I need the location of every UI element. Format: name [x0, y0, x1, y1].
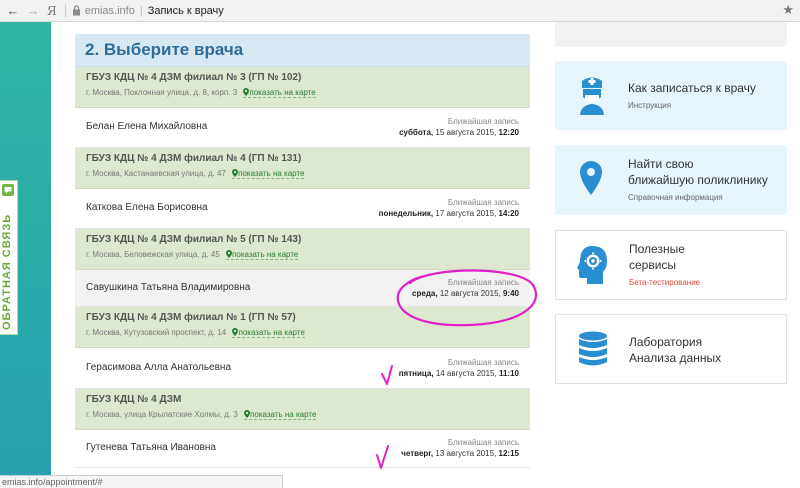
doctor-name[interactable]: Каткова Елена Борисовна: [86, 202, 208, 213]
show-on-map-link[interactable]: показать на карте: [232, 169, 305, 179]
nearest-appointment-date: пятница, 14 августа 2015, 11:10: [398, 369, 519, 378]
database-icon: [579, 331, 607, 366]
clinic-name: ГБУЗ КДЦ № 4 ДЗМ: [86, 394, 182, 405]
nearest-appointment[interactable]: Ближайшая запись суббота, 15 августа 201…: [399, 116, 519, 139]
clinic-address-text: г. Москва, Поклонная улица, д. 8, корп. …: [86, 88, 238, 97]
card-subtitle: Справочная информация: [628, 193, 723, 202]
card-title-line2: Анализа данных: [629, 351, 722, 365]
card-how-to-book[interactable]: Как записаться к врачу Инструкция: [555, 61, 787, 130]
show-on-map-label: показать на карте: [232, 250, 299, 259]
clinic-address: г. Москва, Кутузовский проспект, д. 14 п…: [86, 327, 520, 339]
nearest-appointment-date: четверг, 13 августа 2015, 12:15: [401, 449, 519, 458]
show-on-map-link[interactable]: показать на карте: [226, 250, 299, 260]
clinic-header: ГБУЗ КДЦ № 4 ДЗМ филиал № 5 (ГП № 143) г…: [75, 229, 530, 270]
card-title-line1: Полезные: [629, 242, 685, 256]
doctor-row[interactable]: Каткова Елена Борисовна Ближайшая запись…: [75, 189, 530, 229]
card-find-clinic[interactable]: Найти свою ближайшую поликлинику Справоч…: [555, 145, 787, 215]
nearest-appointment-date: среда, 12 августа 2015, 9:40: [412, 289, 519, 298]
card-subtitle: Инструкция: [628, 101, 672, 110]
card-title-line2: сервисы: [629, 258, 677, 272]
nearest-appointment-label: Ближайшая запись: [447, 438, 519, 447]
nearest-appointment-label: Ближайшая запись: [447, 358, 519, 367]
clinic-address: г. Москва, улица Крылатские Холмы, д. 3 …: [86, 409, 520, 421]
url-domain[interactable]: emias.info: [85, 5, 135, 17]
card-data-lab[interactable]: Лаборатория Анализа данных: [555, 314, 787, 384]
bookmark-star-icon[interactable]: ★: [782, 2, 794, 18]
feedback-label[interactable]: ОБРАТНАЯ СВЯЗЬ: [1, 214, 13, 330]
doctor-name[interactable]: Белан Елена Михайловна: [86, 121, 207, 132]
nearest-appointment[interactable]: Ближайшая запись среда, 12 августа 2015,…: [412, 277, 519, 300]
clinic-address-text: г. Москва, улица Крылатские Холмы, д. 3: [86, 410, 238, 419]
clinic-address: г. Москва, Кастанаевская улица, д. 47 по…: [86, 168, 520, 180]
doctor-name[interactable]: Герасимова Алла Анатольевна: [86, 362, 231, 373]
nearest-appointment[interactable]: Ближайшая запись четверг, 13 августа 201…: [401, 437, 519, 460]
doctor-selection-panel: 2. Выберите врача ГБУЗ КДЦ № 4 ДЗМ филиа…: [75, 34, 530, 468]
show-on-map-link[interactable]: показать на карте: [232, 328, 305, 338]
clinic-address-text: г. Москва, Кастанаевская улица, д. 47: [86, 169, 226, 178]
clinic-name: ГБУЗ КДЦ № 4 ДЗМ филиал № 4 (ГП № 131): [86, 153, 302, 164]
clinic-address-text: г. Москва, Кутузовский проспект, д. 14: [86, 328, 227, 337]
nearest-appointment-date: понедельник, 17 августа 2015, 14:20: [378, 209, 519, 218]
card-useful-services[interactable]: Полезные сервисы Бета-тестирование: [555, 230, 787, 300]
show-on-map-link[interactable]: показать на карте: [243, 88, 316, 98]
head-gear-icon: [577, 246, 607, 284]
nearest-appointment-label: Ближайшая запись: [447, 117, 519, 126]
clinic-name: ГБУЗ КДЦ № 4 ДЗМ филиал № 5 (ГП № 143): [86, 234, 302, 245]
nearest-appointment[interactable]: Ближайшая запись понедельник, 17 августа…: [379, 197, 519, 220]
doctor-icon: [580, 77, 604, 115]
clinic-header: ГБУЗ КДЦ № 4 ДЗМ филиал № 3 (ГП № 102) г…: [75, 67, 530, 108]
lock-icon: [72, 5, 80, 16]
yandex-logo[interactable]: Я: [47, 4, 57, 18]
right-top-panel: [555, 22, 787, 47]
show-on-map-link[interactable]: показать на карте: [244, 410, 317, 420]
clinic-header: ГБУЗ КДЦ № 4 ДЗМ филиал № 1 (ГП № 57) г.…: [75, 307, 530, 348]
back-arrow-icon[interactable]: ←: [5, 3, 21, 19]
clinic-header: ГБУЗ КДЦ № 4 ДЗМ г. Москва, улица Крылат…: [75, 389, 530, 430]
url-separator: |: [139, 4, 143, 17]
show-on-map-label: показать на карте: [250, 410, 317, 419]
nearest-appointment-label: Ближайшая запись: [447, 198, 519, 207]
doctor-name[interactable]: Савушкина Татьяна Владимировна: [86, 282, 250, 293]
nearest-appointment[interactable]: Ближайшая запись пятница, 14 августа 201…: [399, 357, 519, 380]
clinic-header: ГБУЗ КДЦ № 4 ДЗМ филиал № 4 (ГП № 131) г…: [75, 148, 530, 189]
status-bar-url: emias.info/appointment/#: [0, 475, 283, 488]
doctor-row[interactable]: Белан Елена Михайловна Ближайшая запись …: [75, 108, 530, 148]
show-on-map-label: показать на карте: [238, 328, 305, 337]
nearest-appointment-date: суббота, 15 августа 2015, 12:20: [399, 128, 519, 137]
toolbar-divider: [64, 4, 66, 17]
card-title-line2: ближайшую поликлинику: [628, 173, 768, 187]
doctor-row[interactable]: Савушкина Татьяна Владимировна Ближайшая…: [75, 270, 530, 307]
clinic-name: ГБУЗ КДЦ № 4 ДЗМ филиал № 3 (ГП № 102): [86, 72, 302, 83]
clinic-name: ГБУЗ КДЦ № 4 ДЗМ филиал № 1 (ГП № 57): [86, 312, 296, 323]
show-on-map-label: показать на карте: [238, 169, 305, 178]
section-title: 2. Выберите врача: [75, 34, 530, 67]
doctor-row[interactable]: Гутенева Татьяна Ивановна Ближайшая запи…: [75, 430, 530, 468]
browser-toolbar: ← → Я emias.info | Запись к врачу ★: [0, 0, 800, 22]
clinic-address-text: г. Москва, Беловежская улица, д. 45: [86, 250, 220, 259]
forward-arrow-icon[interactable]: →: [25, 3, 41, 19]
doctor-name[interactable]: Гутенева Татьяна Ивановна: [86, 442, 216, 453]
beta-testing-label: Бета-тестирование: [629, 278, 701, 287]
card-title-line1: Лаборатория: [629, 335, 703, 349]
map-pin-icon: [580, 161, 602, 195]
clinic-list: ГБУЗ КДЦ № 4 ДЗМ филиал № 3 (ГП № 102) г…: [75, 67, 530, 468]
clinic-address: г. Москва, Беловежская улица, д. 45 пока…: [86, 249, 520, 261]
card-title: Как записаться к врачу: [628, 81, 756, 95]
clinic-address: г. Москва, Поклонная улица, д. 8, корп. …: [86, 87, 520, 99]
doctor-row[interactable]: Герасимова Алла Анатольевна Ближайшая за…: [75, 348, 530, 389]
card-title-line1: Найти свою: [628, 157, 694, 171]
chat-icon: [2, 184, 14, 196]
page-title-in-address-bar[interactable]: Запись к врачу: [148, 5, 224, 17]
show-on-map-label: показать на карте: [249, 88, 316, 97]
nearest-appointment-label: Ближайшая запись: [447, 278, 519, 287]
